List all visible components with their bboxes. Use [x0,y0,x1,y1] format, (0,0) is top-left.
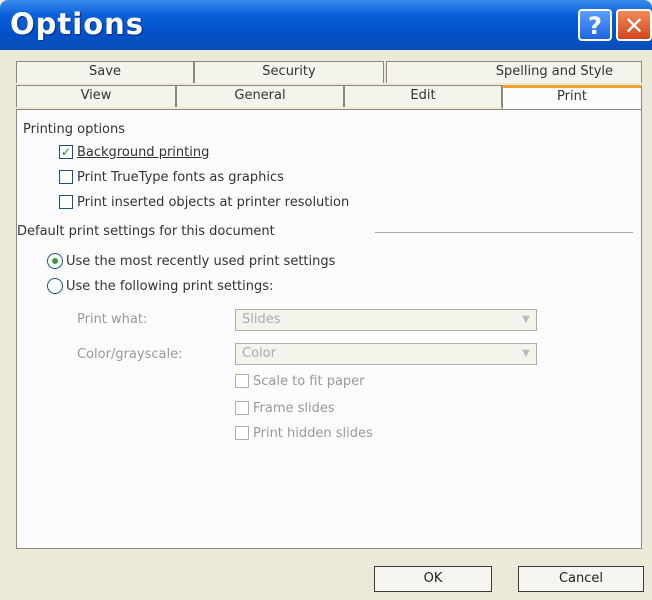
color-grayscale-dropdown[interactable]: Color ▼ [235,343,537,365]
tab-label: Spelling and Style [495,64,613,79]
use-following-settings-option[interactable]: Use the following print settings: [47,277,273,295]
cancel-button-label: Cancel [558,571,604,586]
tab-view[interactable]: View [16,85,176,107]
help-button[interactable]: ? [578,9,612,41]
background-printing-label: Background printing [77,144,210,160]
truetype-graphics-label: Print TrueType fonts as graphics [77,169,284,185]
print-what-label: Print what: [77,312,148,327]
chevron-down-icon: ▼ [522,314,530,325]
tab-label: Save [89,64,121,79]
help-icon: ? [588,12,602,40]
tab-print[interactable]: Print [502,85,642,110]
tab-security[interactable]: Security [194,61,384,83]
use-recent-settings-label: Use the most recently used print setting… [66,253,336,269]
color-grayscale-value: Color [242,346,276,361]
inserted-objects-label: Print inserted objects at printer resolu… [77,194,350,210]
scale-to-fit-label: Scale to fit paper [253,373,365,389]
tab-spelling-and-style[interactable]: Spelling and Style [386,61,642,83]
background-printing-checkbox[interactable]: ✓ [59,145,73,159]
tab-save[interactable]: Save [16,61,194,83]
cancel-button[interactable]: Cancel [518,566,644,592]
hidden-slides-checkbox[interactable] [235,426,249,440]
inserted-objects-option[interactable]: Print inserted objects at printer resolu… [59,193,349,211]
hidden-slides-label: Print hidden slides [253,425,373,441]
tab-label: View [80,88,112,103]
print-tab-panel: Printing options ✓ Background printing P… [16,109,642,549]
dialog-title: Options [10,7,145,41]
truetype-graphics-option[interactable]: Print TrueType fonts as graphics [59,168,284,186]
tab-strip: Save Security Spelling and Style View Ge… [16,61,642,110]
group-divider [375,232,633,233]
frame-slides-checkbox[interactable] [235,401,249,415]
tab-label: Security [262,64,316,79]
close-button[interactable]: ✕ [616,9,652,41]
ok-button-label: OK [423,571,443,586]
printing-options-heading: Printing options [23,122,126,137]
close-icon: ✕ [623,12,645,40]
use-following-settings-radio[interactable] [47,278,63,294]
scale-to-fit-checkbox[interactable] [235,374,249,388]
use-recent-settings-option[interactable]: Use the most recently used print setting… [47,252,335,270]
color-grayscale-label: Color/grayscale: [77,347,183,362]
scale-to-fit-option[interactable]: Scale to fit paper [235,372,365,390]
tab-general[interactable]: General [176,85,344,107]
options-dialog: Options ? ✕ Save Security Spelling and S… [0,0,652,600]
default-print-heading: Default print settings for this document [17,224,275,239]
frame-slides-label: Frame slides [253,400,335,416]
frame-slides-option[interactable]: Frame slides [235,399,335,417]
ok-button[interactable]: OK [374,566,492,592]
print-what-dropdown[interactable]: Slides ▼ [235,309,537,331]
use-recent-settings-radio[interactable] [47,253,63,269]
chevron-down-icon: ▼ [522,348,530,359]
inserted-objects-checkbox[interactable] [59,195,73,209]
tab-label: Print [557,89,587,104]
tab-label: General [234,88,286,103]
title-bar[interactable]: Options ? ✕ [0,0,652,50]
tab-edit[interactable]: Edit [344,85,502,107]
print-what-value: Slides [242,312,281,327]
hidden-slides-option[interactable]: Print hidden slides [235,424,373,442]
tab-label: Edit [410,88,436,103]
truetype-graphics-checkbox[interactable] [59,170,73,184]
background-printing-option[interactable]: ✓ Background printing [59,143,209,161]
use-following-settings-label: Use the following print settings: [66,278,274,294]
